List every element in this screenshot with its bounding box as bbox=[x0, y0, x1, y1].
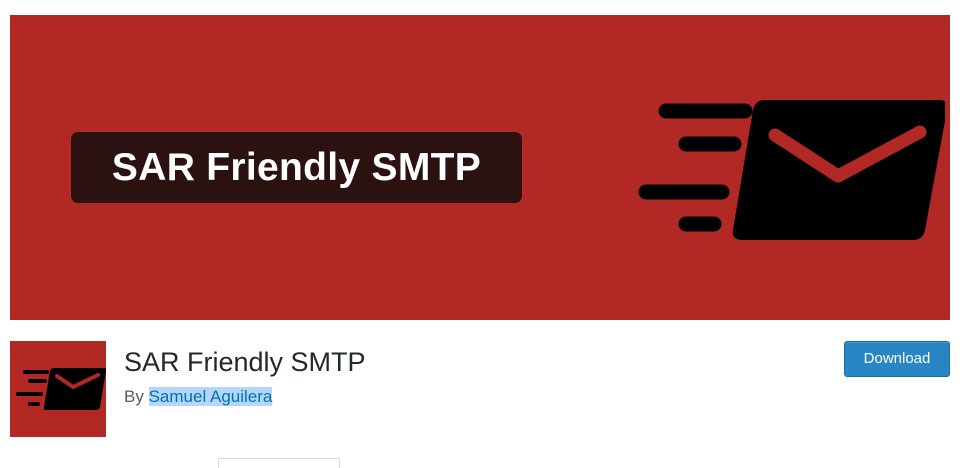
banner-title-box: SAR Friendly SMTP bbox=[71, 132, 522, 203]
banner-title: SAR Friendly SMTP bbox=[111, 145, 482, 189]
envelope-speed-icon bbox=[16, 368, 106, 410]
tab-edge[interactable] bbox=[218, 458, 340, 468]
plugin-banner: SAR Friendly SMTP bbox=[10, 15, 950, 320]
plugin-title: SAR Friendly SMTP bbox=[124, 347, 366, 377]
byline-prefix: By bbox=[124, 387, 144, 406]
author-link[interactable]: Samuel Aguilera bbox=[148, 387, 273, 406]
download-button[interactable]: Download bbox=[844, 341, 950, 377]
plugin-icon bbox=[10, 341, 106, 437]
envelope-speed-icon bbox=[638, 100, 945, 240]
speed-lines bbox=[638, 103, 753, 232]
plugin-byline: By Samuel Aguilera bbox=[124, 385, 273, 409]
